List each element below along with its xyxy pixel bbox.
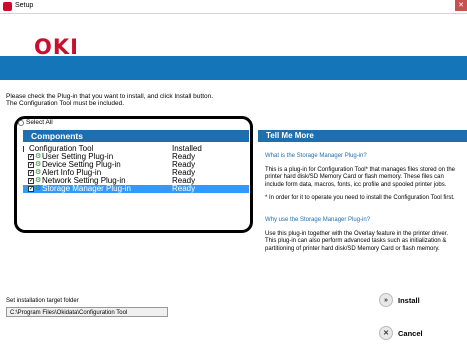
tell-question-1: What is the Storage Manager Plug-in? [265,153,460,160]
tell-paragraph-1: This is a plug-in for Configuration Tool… [265,167,455,188]
select-all-radio[interactable] [18,119,24,126]
cancel-button[interactable]: ✕ Cancel [379,326,423,340]
title-bar: Setup ✕ [0,0,467,14]
install-label: Install [398,295,420,305]
components-header: Components [23,130,249,142]
forward-icon: » [379,293,393,307]
tell-paragraph-3: Use this plug-in together with the Overl… [265,231,449,252]
instruction-line-2: The Configuration Tool must be included. [6,100,125,107]
instruction-line-1: Please check the Plug-in that you want t… [6,93,214,100]
tell-me-more-header: Tell Me More [258,130,467,142]
component-status: Ready [172,184,196,193]
header-banner: OKI [0,14,467,80]
cancel-label: Cancel [398,328,423,338]
tell-paragraph-2: * In order for it to operate you need to… [265,195,455,201]
target-folder-label: Set installation target folder [6,298,79,304]
instructions: Please check the Plug-in that you want t… [6,93,213,107]
select-all-label: Select All [26,119,53,126]
plugin-icon: ⚙ [35,153,42,160]
plugin-icon: ⚙ [35,185,42,192]
plugin-icon: ⚙ [35,161,42,168]
header-band [0,56,467,80]
install-button[interactable]: » Install [379,293,420,307]
target-folder-field[interactable]: C:\Program Files\Okidata\Configuration T… [6,307,168,317]
plugin-icon: ⚙ [35,177,42,184]
tell-question-2: Why use the Storage Manager Plug-in? [265,217,460,224]
components-list: Configuration Tool Installed ⚙User Setti… [23,145,249,193]
select-all-option[interactable]: Select All [18,119,53,126]
checkbox[interactable] [28,185,34,193]
checkbox[interactable] [28,177,34,185]
app-icon [3,2,12,11]
checkbox[interactable] [28,169,34,177]
question-why: Why use the Storage Manager Plug-in? [265,217,371,223]
question-what: What is the Storage Manager Plug-in? [265,153,367,159]
component-name: Storage Manager Plug-in [42,184,131,193]
plugin-icon: ⚙ [35,169,42,176]
close-icon: ✕ [379,326,393,340]
window-title: Setup [15,2,34,9]
checkbox[interactable] [28,161,34,169]
close-icon[interactable]: ✕ [455,0,467,11]
list-item-storage-manager[interactable]: ⚙Storage Manager Plug-in Ready [23,185,249,193]
tree-line-icon [23,146,28,152]
checkbox[interactable] [28,153,34,161]
